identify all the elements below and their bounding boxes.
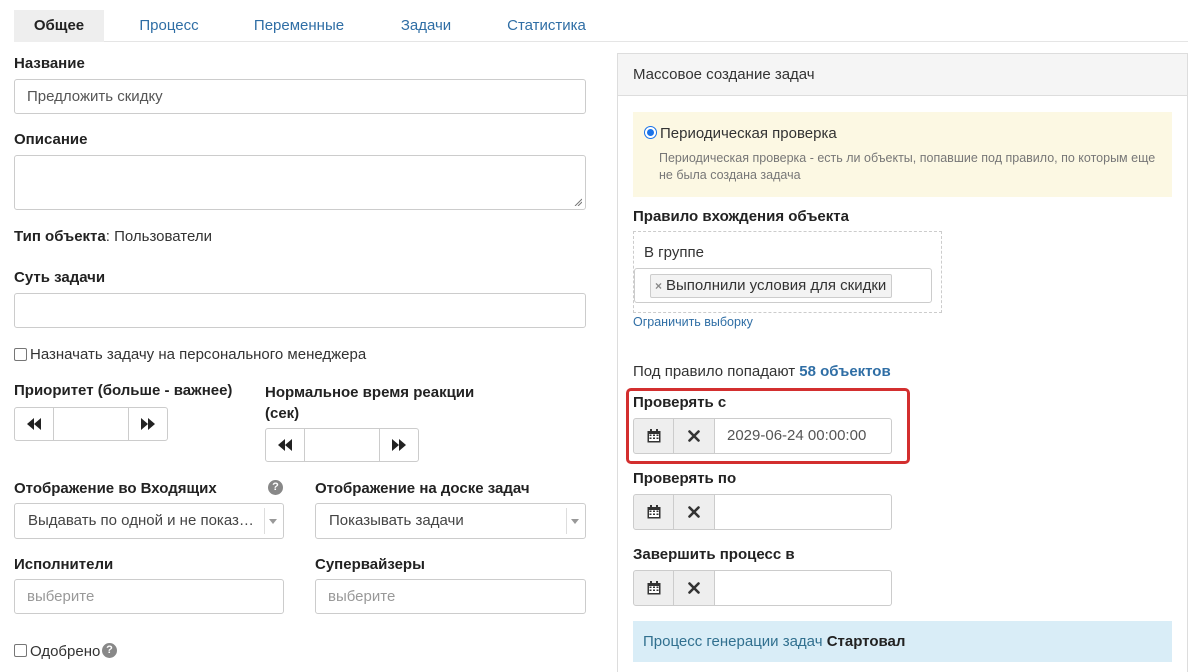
group-select[interactable]: × Выполнили условия для скидки <box>634 268 932 303</box>
reaction-time-label-line2: (сек) <box>265 405 300 422</box>
description-textarea[interactable] <box>14 155 586 210</box>
inbox-display-select[interactable]: Выдавать по одной и не показ… <box>14 503 284 539</box>
inbox-display-label: Отображение во Входящих <box>14 480 217 497</box>
board-display-select[interactable]: Показывать задачи <box>315 503 586 539</box>
remove-chip-icon[interactable]: × <box>655 279 662 293</box>
calendar-icon <box>647 505 660 519</box>
finish-process-label: Завершить процесс в <box>633 546 795 563</box>
priority-decrease-button[interactable] <box>14 407 54 441</box>
group-label: В группе <box>644 244 704 261</box>
prev-icon <box>278 439 292 451</box>
resize-grip-icon[interactable] <box>574 198 582 206</box>
generation-status: Процесс генерации задач Стартовал <box>633 621 1172 662</box>
tab-tasks[interactable]: Задачи <box>386 10 466 42</box>
task-essence-label: Суть задачи <box>14 269 106 286</box>
rule-label: Правило вхождения объекта <box>633 208 849 225</box>
tab-variables[interactable]: Переменные <box>244 10 354 42</box>
mass-task-panel: Массовое создание задач Периодическая пр… <box>617 53 1188 672</box>
name-value: Предложить скидку <box>27 88 163 105</box>
generation-status-value: Стартовал <box>826 633 906 650</box>
rule-box: В группе × Выполнили условия для скидки <box>633 231 942 313</box>
next-icon <box>392 439 406 451</box>
check-to-clear-button[interactable] <box>674 494 715 530</box>
group-chip-label: Выполнили условия для скидки <box>666 277 887 294</box>
board-display-label: Отображение на доске задач <box>315 480 530 497</box>
periodic-check-option: Периодическая проверка Периодическая про… <box>633 112 1172 197</box>
caret-down-icon <box>269 519 277 524</box>
name-label: Название <box>14 55 85 72</box>
generation-status-prefix: Процесс генерации задач <box>643 633 823 650</box>
object-type: Тип объекта: Пользователи <box>14 228 212 245</box>
supervisors-label: Супервайзеры <box>315 556 425 573</box>
rule-count-link[interactable]: 58 объектов <box>799 363 890 380</box>
panel-title: Массовое создание задач <box>618 54 1187 96</box>
approved-checkbox[interactable] <box>14 644 27 657</box>
priority-input[interactable] <box>54 407 128 441</box>
help-icon[interactable]: ? <box>268 480 283 495</box>
clear-icon <box>688 582 700 594</box>
priority-stepper[interactable] <box>14 407 168 441</box>
reaction-increase-button[interactable] <box>379 428 419 462</box>
tab-statistics[interactable]: Статистика <box>494 10 599 42</box>
object-type-value: : Пользователи <box>105 228 212 245</box>
check-to-picker[interactable] <box>633 494 892 530</box>
check-to-calendar-button[interactable] <box>633 494 674 530</box>
reaction-time-input[interactable] <box>305 428 379 462</box>
finish-calendar-button[interactable] <box>633 570 674 606</box>
name-input[interactable]: Предложить скидку <box>14 79 586 114</box>
inbox-display-value: Выдавать по одной и не показ… <box>28 512 254 529</box>
next-icon <box>141 418 155 430</box>
reaction-time-stepper[interactable] <box>265 428 419 462</box>
check-to-input[interactable] <box>715 494 892 530</box>
executors-input[interactable]: выберите <box>14 579 284 614</box>
executors-label: Исполнители <box>14 556 114 573</box>
task-essence-input[interactable] <box>14 293 586 328</box>
periodic-check-radio[interactable] <box>644 126 657 139</box>
periodic-check-label[interactable]: Периодическая проверка <box>660 125 837 142</box>
periodic-check-desc-line2: не была создана задача <box>659 168 801 182</box>
calendar-icon <box>647 581 660 595</box>
executors-placeholder: выберите <box>27 588 95 605</box>
assign-manager-label: Назначать задачу на персонального менедж… <box>30 346 367 363</box>
group-chip: × Выполнили условия для скидки <box>650 274 893 298</box>
board-display-value: Показывать задачи <box>329 512 464 529</box>
object-type-label: Тип объекта <box>14 228 106 245</box>
tab-process[interactable]: Процесс <box>124 10 214 42</box>
approved-label: Одобрено <box>30 643 101 660</box>
periodic-check-desc-line1: Периодическая проверка - есть ли объекты… <box>659 151 1156 165</box>
help-icon[interactable]: ? <box>102 643 117 658</box>
assign-manager-checkbox[interactable] <box>14 348 27 361</box>
clear-icon <box>688 506 700 518</box>
tab-bar: Общее Процесс Переменные Задачи Статисти… <box>14 10 1188 42</box>
priority-increase-button[interactable] <box>128 407 168 441</box>
finish-process-input[interactable] <box>715 570 892 606</box>
reaction-decrease-button[interactable] <box>265 428 305 462</box>
rule-count-prefix: Под правило попадают <box>633 363 796 380</box>
description-label: Описание <box>14 131 88 148</box>
supervisors-input[interactable]: выберите <box>315 579 586 614</box>
supervisors-placeholder: выберите <box>328 588 396 605</box>
rule-count: Под правило попадают 58 объектов <box>633 363 891 380</box>
prev-icon <box>27 418 41 430</box>
tab-general[interactable]: Общее <box>14 10 104 42</box>
finish-clear-button[interactable] <box>674 570 715 606</box>
reaction-time-label: Нормальное время реакции (сек) <box>265 382 474 424</box>
finish-process-picker[interactable] <box>633 570 892 606</box>
highlight-frame <box>626 388 910 464</box>
periodic-check-description: Периодическая проверка - есть ли объекты… <box>659 150 1155 184</box>
check-to-label: Проверять по <box>633 470 737 487</box>
reaction-time-label-line1: Нормальное время реакции <box>265 384 475 401</box>
caret-down-icon <box>571 519 579 524</box>
limit-selection-link[interactable]: Ограничить выборку <box>633 315 753 329</box>
priority-label: Приоритет (больше - важнее) <box>14 382 233 399</box>
